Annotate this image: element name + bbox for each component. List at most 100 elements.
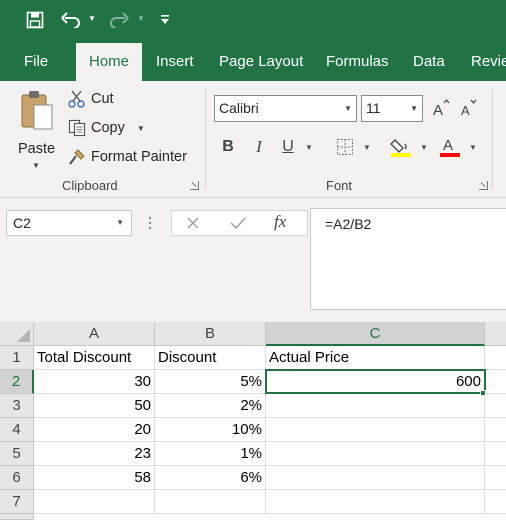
save-icon[interactable] [25,8,45,32]
tab-home[interactable]: Home [76,43,142,81]
cell-a7[interactable] [34,490,155,514]
cancel-icon[interactable] [186,216,200,235]
row-header-3[interactable]: 3 [0,394,34,418]
increase-font-size-icon[interactable]: A [430,95,452,121]
cell-c6[interactable] [266,466,485,490]
cell-a1[interactable]: Total Discount [34,346,155,370]
copy-dropdown-icon[interactable]: ▼ [137,124,145,133]
redo-icon[interactable] [108,8,130,32]
chevron-down-icon[interactable]: ▼ [116,211,124,235]
borders-dropdown-icon[interactable]: ▼ [363,143,371,152]
name-box[interactable]: C2 ▼ [6,210,132,236]
cell-b6[interactable]: 6% [155,466,266,490]
font-color-icon[interactable]: A [438,134,462,160]
cell-b5[interactable]: 1% [155,442,266,466]
tab-formulas[interactable]: Formulas [326,42,389,81]
column-header-a[interactable]: A [34,322,155,346]
font-color-dropdown-icon[interactable]: ▼ [469,143,477,152]
column-header-c[interactable]: C [266,322,485,346]
row-header-5[interactable]: 5 [0,442,34,466]
row-header-1[interactable]: 1 [0,346,34,370]
cell-a2[interactable]: 30 [34,370,155,394]
paste-dropdown-icon[interactable]: ▼ [32,161,40,170]
cell-d5[interactable] [485,442,506,466]
formula-input[interactable]: =A2/B2 [310,208,506,310]
row-header-6[interactable]: 6 [0,466,34,490]
tab-review[interactable]: Revie [471,42,506,81]
font-group-label: Font [326,178,353,193]
cut-button[interactable]: Cut [66,87,114,111]
format-painter-label: Format Painter [91,149,187,165]
tab-data[interactable]: Data [413,42,445,81]
select-all-button[interactable] [0,322,34,346]
insert-function-icon[interactable]: fx [274,212,286,232]
cell-c5[interactable] [266,442,485,466]
column-header-d[interactable] [485,322,506,346]
undo-dropdown-icon[interactable]: ▼ [88,13,96,25]
underline-button[interactable]: U [278,134,298,160]
customize-qat-icon[interactable] [158,8,172,32]
borders-icon[interactable] [334,134,356,160]
enter-icon[interactable] [230,216,246,235]
fill-handle[interactable] [480,390,486,396]
cell-b1[interactable]: Discount [155,346,266,370]
row-header-7[interactable]: 7 [0,490,34,514]
cell-b7[interactable] [155,490,266,514]
cell-b3[interactable]: 2% [155,394,266,418]
cell-b2[interactable]: 5% [155,370,266,394]
undo-icon[interactable] [60,8,82,32]
copy-button[interactable]: Copy ▼ [66,116,145,140]
paste-button[interactable]: Paste ▼ [16,89,58,170]
cell-d6[interactable] [485,466,506,490]
ribbon-tabs: File Home Insert Page Layout Formulas Da… [0,42,506,81]
cell-c1[interactable]: Actual Price [266,346,485,370]
spreadsheet-grid: A B C 1 Total Discount Discount Actual P… [0,322,506,520]
tab-page-layout[interactable]: Page Layout [219,42,303,81]
font-launcher-icon[interactable] [479,181,488,190]
cell-a6[interactable]: 58 [34,466,155,490]
formula-bar-grip-icon[interactable] [148,215,152,231]
column-header-b[interactable]: B [155,322,266,346]
row-header-8[interactable] [0,514,34,520]
chevron-down-icon[interactable]: ▼ [410,96,418,121]
fill-color-icon[interactable] [389,134,413,160]
tab-insert[interactable]: Insert [156,42,194,81]
cell-c4[interactable] [266,418,485,442]
cell-b4[interactable]: 10% [155,418,266,442]
row-header-2[interactable]: 2 [0,370,34,394]
group-divider [492,89,493,189]
cut-label: Cut [91,91,114,107]
font-name-value: Calibri [219,100,259,116]
font-size-value: 11 [366,100,381,116]
cell-c3[interactable] [266,394,485,418]
bold-button[interactable]: B [218,134,238,160]
paste-label: Paste [18,141,56,157]
cell-c2[interactable]: 600 [266,370,485,394]
cell-d2[interactable] [485,370,506,394]
cell-a5[interactable]: 23 [34,442,155,466]
cell-a4[interactable]: 20 [34,418,155,442]
font-name-combo[interactable]: Calibri ▼ [214,95,357,122]
paste-icon [21,91,53,130]
cell-d7[interactable] [485,490,506,514]
chevron-down-icon[interactable]: ▼ [344,96,352,121]
cell-d3[interactable] [485,394,506,418]
cell-a3[interactable]: 50 [34,394,155,418]
cell-d4[interactable] [485,418,506,442]
title-bar: ▼ ▼ [0,0,506,42]
redo-dropdown-icon[interactable]: ▼ [137,13,145,25]
underline-dropdown-icon[interactable]: ▼ [305,143,313,152]
tab-file[interactable]: File [24,42,48,81]
paintbrush-icon [66,147,88,167]
clipboard-launcher-icon[interactable] [190,181,199,190]
font-size-combo[interactable]: 11 ▼ [361,95,423,122]
fill-color-dropdown-icon[interactable]: ▼ [420,143,428,152]
format-painter-button[interactable]: Format Painter [66,145,187,169]
decrease-font-size-icon[interactable]: A [458,95,480,121]
copy-icon [66,118,88,138]
cell-c7[interactable] [266,490,485,514]
row-header-4[interactable]: 4 [0,418,34,442]
italic-button[interactable]: I [249,134,269,160]
cell-d1[interactable] [485,346,506,370]
formula-area: C2 ▼ fx =A2/B2 [0,198,506,322]
